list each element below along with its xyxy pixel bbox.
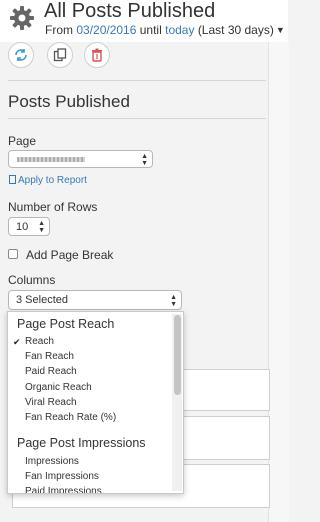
rows-label: Number of Rows: [8, 200, 98, 214]
range-label: (Last 30 days): [197, 23, 274, 37]
gear-icon[interactable]: [8, 4, 36, 32]
dropdown-option[interactable]: Paid Impressions: [25, 486, 102, 493]
select-arrows-icon: ▲ ▼: [141, 153, 148, 167]
document-icon: [9, 175, 16, 184]
page-label: Page: [8, 134, 37, 148]
date-range[interactable]: From 03/20/2016 until today (Last 30 day…: [45, 23, 285, 37]
dropdown-option[interactable]: Fan Impressions: [25, 471, 99, 482]
section-title: Posts Published: [8, 92, 130, 111]
delete-button[interactable]: [84, 42, 110, 68]
from-date-link[interactable]: 03/20/2016: [76, 23, 136, 37]
until-label: until: [139, 23, 162, 37]
dropdown-option[interactable]: Organic Reach: [25, 382, 92, 393]
report-title: All Posts Published: [44, 0, 216, 22]
dropdown-option[interactable]: Reach: [25, 336, 54, 347]
page-select-value: [17, 157, 85, 162]
dropdown-option[interactable]: Fan Reach: [25, 351, 74, 362]
columns-dropdown[interactable]: Page Post Reach ✔ Reach Fan Reach Paid R…: [7, 311, 184, 494]
dropdown-option[interactable]: Impressions: [25, 456, 79, 467]
divider: [8, 118, 266, 119]
dropdown-option[interactable]: Paid Reach: [25, 366, 77, 377]
divider: [8, 80, 266, 81]
dropdown-option[interactable]: Viral Reach: [25, 397, 77, 408]
rows-select[interactable]: 10 ▲ ▼: [8, 217, 50, 236]
copy-button[interactable]: [47, 42, 73, 68]
rows-select-value: 10: [16, 221, 29, 233]
refresh-icon: [15, 49, 27, 61]
trash-icon: [92, 48, 102, 62]
dropdown-option[interactable]: Fan Reach Rate (%): [25, 412, 116, 423]
apply-to-report-link[interactable]: Apply to Report: [9, 175, 87, 186]
dropdown-group-title: Page Post Impressions: [17, 436, 146, 450]
dropdown-scroll-thumb[interactable]: [174, 315, 181, 395]
until-link[interactable]: today: [165, 23, 194, 37]
dropdown-group-title: Page Post Reach: [17, 317, 115, 331]
columns-label: Columns: [8, 273, 56, 287]
caret-down-icon[interactable]: ▼: [276, 25, 285, 35]
refresh-button[interactable]: [8, 42, 34, 68]
copy-icon: [53, 48, 67, 62]
page-break-label: Add Page Break: [26, 248, 114, 262]
panel-scrollbar[interactable]: [268, 42, 289, 522]
from-label: From: [45, 23, 73, 37]
page-select[interactable]: ▲ ▼: [8, 150, 153, 168]
page-break-checkbox[interactable]: [8, 249, 18, 259]
columns-select-value: 3 Selected: [16, 294, 68, 306]
columns-select[interactable]: 3 Selected ▲ ▼: [8, 290, 182, 310]
check-icon: ✔: [13, 337, 21, 347]
select-arrows-icon: ▲ ▼: [170, 294, 177, 308]
select-arrows-icon: ▲ ▼: [38, 220, 45, 234]
